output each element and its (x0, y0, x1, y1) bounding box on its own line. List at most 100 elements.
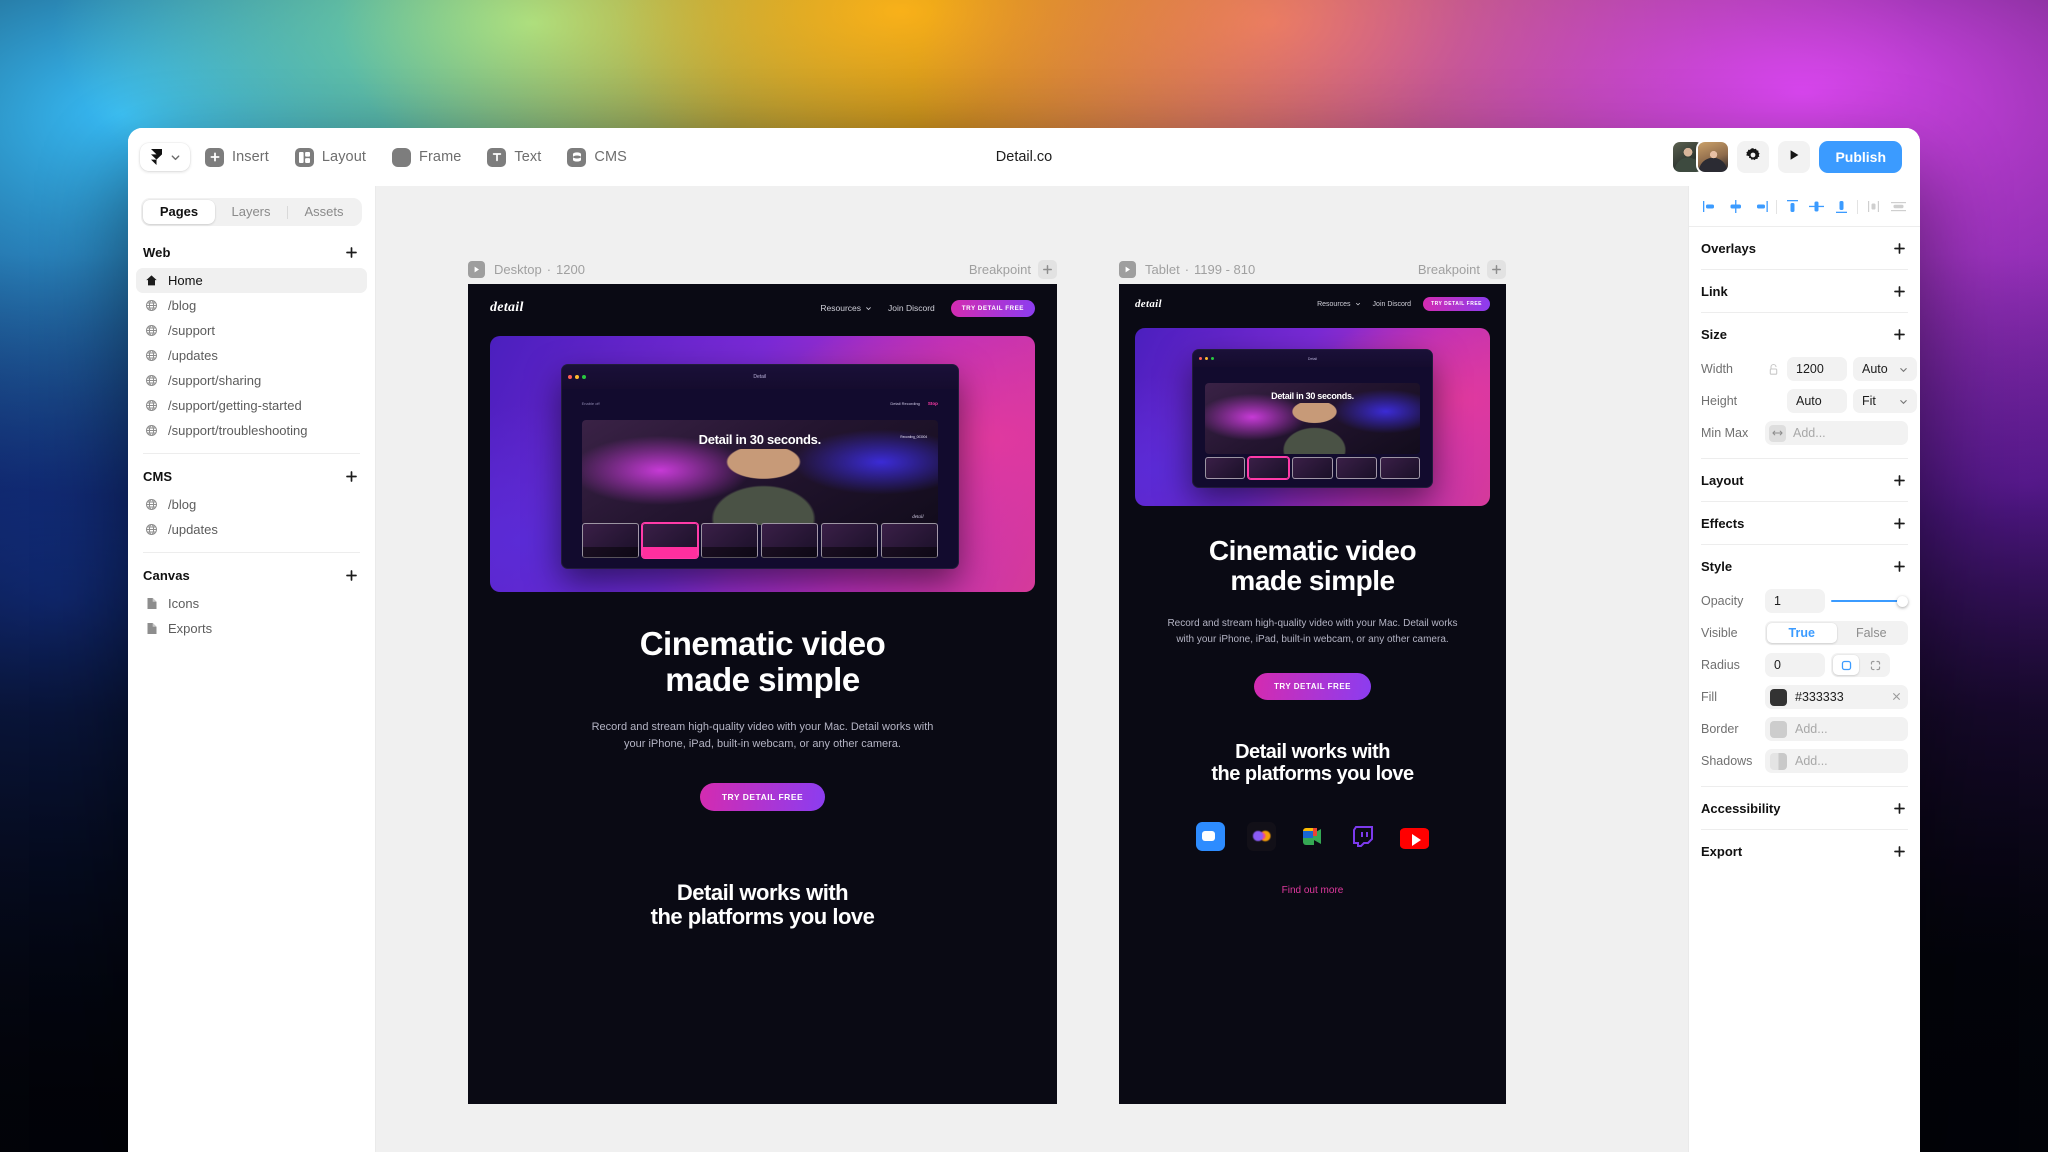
sidebar-item-support-getting-started[interactable]: /support/getting-started (136, 393, 367, 418)
align-center-horizontal-icon[interactable] (1726, 197, 1745, 216)
hero-cta-button[interactable]: TRY DETAIL FREE (1254, 673, 1371, 701)
google-meet-icon[interactable] (1298, 822, 1327, 851)
fill-input[interactable]: #333333 (1765, 685, 1908, 709)
add-export-button[interactable] (1890, 842, 1908, 860)
add-layout-button[interactable] (1890, 471, 1908, 489)
height-input[interactable]: Auto (1787, 389, 1847, 413)
add-breakpoint-button[interactable] (1038, 259, 1057, 279)
twitch-icon[interactable] (1349, 822, 1378, 851)
nav-link-join-discord[interactable]: Join Discord (888, 303, 935, 313)
opacity-slider[interactable] (1831, 589, 1908, 613)
thumbnail[interactable] (1379, 457, 1421, 479)
nav-link-join-discord[interactable]: Join Discord (1373, 301, 1412, 308)
artboard-desktop[interactable]: Desktop · 1200 Breakpoint detail Resourc… (468, 254, 1057, 1104)
add-link-button[interactable] (1890, 282, 1908, 300)
thumbnail[interactable] (761, 523, 819, 558)
sidebar-item-home[interactable]: Home (136, 268, 367, 293)
sidebar-item-cms-updates[interactable]: /updates (136, 517, 367, 542)
thumbnail[interactable] (581, 523, 639, 558)
align-top-icon[interactable] (1783, 197, 1802, 216)
section-accessibility[interactable]: Accessibility (1689, 787, 1920, 829)
aspect-lock-icon[interactable] (1765, 363, 1781, 376)
artboard-tablet[interactable]: Tablet · 1199 - 810 Breakpoint detail Re… (1119, 254, 1506, 1104)
sidebar-item-support-sharing[interactable]: /support/sharing (136, 368, 367, 393)
width-input[interactable]: 1200 (1787, 357, 1847, 381)
thumbnail[interactable] (881, 523, 938, 558)
thumbnail[interactable] (1292, 457, 1333, 479)
sidebar-item-support[interactable]: /support (136, 318, 367, 343)
site-logo[interactable]: detail (1135, 298, 1162, 310)
minmax-input[interactable]: Add... (1765, 421, 1908, 445)
settings-button[interactable] (1737, 141, 1770, 173)
sidebar-item-cms-blog[interactable]: /blog (136, 492, 367, 517)
play-icon[interactable] (1119, 260, 1136, 278)
shadows-input[interactable]: Add... (1765, 749, 1908, 773)
around-icon[interactable] (1247, 821, 1276, 851)
section-export[interactable]: Export (1689, 830, 1920, 872)
section-effects[interactable]: Effects (1689, 502, 1920, 544)
nav-cta-button[interactable]: TRY DETAIL FREE (1423, 297, 1490, 311)
toolbar-item-insert[interactable]: Insert (194, 142, 280, 173)
toolbar-item-cms[interactable]: CMS (556, 142, 638, 173)
section-link[interactable]: Link (1689, 270, 1920, 312)
visible-false-option[interactable]: False (1837, 623, 1907, 643)
radius-input[interactable]: 0 (1765, 653, 1825, 677)
tab-pages[interactable]: Pages (143, 200, 215, 224)
height-mode-select[interactable]: Fit (1853, 389, 1917, 413)
thumbnail[interactable] (641, 523, 699, 558)
sidebar-item-updates[interactable]: /updates (136, 343, 367, 368)
find-out-more-link[interactable]: Find out more (1143, 885, 1482, 896)
section-layout[interactable]: Layout (1689, 459, 1920, 501)
distribute-vertical-icon[interactable] (1889, 197, 1908, 216)
distribute-horizontal-icon[interactable] (1864, 197, 1883, 216)
tab-assets[interactable]: Assets (288, 200, 360, 224)
avatar[interactable] (1698, 142, 1729, 172)
publish-button[interactable]: Publish (1819, 141, 1902, 173)
align-center-vertical-icon[interactable] (1807, 197, 1826, 216)
sidebar-item-icons[interactable]: Icons (136, 591, 367, 616)
thumbnail[interactable] (1204, 457, 1246, 479)
section-size[interactable]: Size (1689, 313, 1920, 355)
add-canvas-button[interactable] (342, 566, 360, 584)
hero-cta-button[interactable]: TRY DETAIL FREE (699, 783, 826, 812)
section-overlays[interactable]: Overlays (1689, 227, 1920, 269)
close-icon[interactable] (1890, 690, 1903, 704)
add-web-page-button[interactable] (342, 243, 360, 261)
nav-link-resources[interactable]: Resources (820, 303, 872, 313)
thumbnail[interactable] (821, 523, 878, 558)
document-title[interactable]: Detail.co (996, 149, 1052, 165)
sidebar-item-support-troubleshooting[interactable]: /support/troubleshooting (136, 418, 367, 443)
add-accessibility-button[interactable] (1890, 799, 1908, 817)
thumbnail[interactable] (701, 523, 759, 558)
site-logo[interactable]: detail (490, 300, 524, 316)
add-style-button[interactable] (1890, 557, 1908, 575)
align-bottom-icon[interactable] (1832, 197, 1851, 216)
thumbnail[interactable] (1248, 457, 1290, 479)
shadow-preview-swatch[interactable] (1770, 752, 1787, 770)
toolbar-item-text[interactable]: Text (476, 142, 552, 173)
add-breakpoint-button[interactable] (1487, 259, 1506, 279)
tab-layers[interactable]: Layers (215, 200, 287, 224)
section-style[interactable]: Style (1689, 545, 1920, 587)
align-left-icon[interactable] (1701, 197, 1720, 216)
framer-logo-button[interactable] (140, 143, 190, 171)
add-effect-button[interactable] (1890, 514, 1908, 532)
border-color-swatch[interactable] (1770, 720, 1787, 738)
add-cms-collection-button[interactable] (342, 467, 360, 485)
border-input[interactable]: Add... (1765, 717, 1908, 741)
toolbar-item-layout[interactable]: Layout (284, 142, 377, 173)
single-radius-icon[interactable] (1833, 655, 1859, 675)
independent-radius-icon[interactable] (1862, 655, 1888, 675)
sidebar-item-exports[interactable]: Exports (136, 616, 367, 641)
preview-button[interactable] (1778, 141, 1811, 173)
fill-color-swatch[interactable] (1770, 688, 1787, 706)
opacity-input[interactable]: 1 (1765, 589, 1825, 613)
nav-cta-button[interactable]: TRY DETAIL FREE (950, 299, 1035, 317)
visible-true-option[interactable]: True (1767, 623, 1837, 643)
zoom-icon[interactable] (1196, 821, 1225, 851)
align-right-icon[interactable] (1751, 197, 1770, 216)
add-size-button[interactable] (1890, 325, 1908, 343)
add-overlay-button[interactable] (1890, 239, 1908, 257)
thumbnail[interactable] (1335, 457, 1377, 479)
toolbar-item-frame[interactable]: Frame (381, 142, 472, 173)
